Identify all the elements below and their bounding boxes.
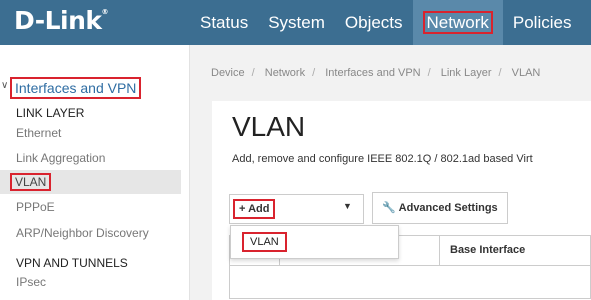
advanced-settings-label: Advanced Settings <box>398 202 498 214</box>
breadcrumb-device[interactable]: Device <box>211 67 245 79</box>
main-nav: Status System Objects Network Policies <box>190 0 581 45</box>
breadcrumb-link-layer[interactable]: Link Layer <box>441 67 492 79</box>
dropdown-item-vlan[interactable]: VLAN <box>242 232 287 252</box>
sidebar-item-ethernet[interactable]: Ethernet <box>0 121 181 145</box>
page-title: VLAN <box>232 111 306 142</box>
nav-system[interactable]: System <box>258 0 335 45</box>
breadcrumb-separator: / <box>427 67 431 79</box>
nav-status[interactable]: Status <box>190 0 258 45</box>
breadcrumb: Device / Network / Interfaces and VPN / Lin… <box>211 67 540 79</box>
sidebar-heading-vpn: VPN AND TUNNELS <box>16 256 128 270</box>
add-button[interactable]: + Add <box>233 199 276 219</box>
caret-down-icon[interactable]: ▼ <box>343 201 352 211</box>
logo-text: D-Link <box>14 6 102 35</box>
breadcrumb-vlan: VLAN <box>511 67 541 79</box>
sidebar-item-pppoe[interactable]: PPPoE <box>0 195 181 219</box>
breadcrumb-separator: / <box>312 67 316 79</box>
nav-objects[interactable]: Objects <box>335 0 413 45</box>
sidebar-item-arp[interactable]: ARP/Neighbor Discovery <box>0 221 181 245</box>
advanced-settings-button[interactable]: 🔧 Advanced Settings <box>372 192 508 224</box>
top-navigation-bar: D-Link® Status System Objects Network Po… <box>0 0 591 45</box>
add-dropdown-group[interactable]: + Add ▼ <box>229 194 364 224</box>
main-panel: VLAN Add, remove and configure IEEE 802.… <box>212 101 591 300</box>
add-dropdown-menu: VLAN <box>230 225 399 259</box>
breadcrumb-separator: / <box>251 67 255 79</box>
plus-icon: + <box>239 203 246 215</box>
nav-policies[interactable]: Policies <box>503 0 582 45</box>
sidebar-item-link-aggregation[interactable]: Link Aggregation <box>0 146 181 170</box>
breadcrumb-network[interactable]: Network <box>265 67 305 79</box>
sidebar-section-label: Interfaces and VPN <box>10 77 142 99</box>
registered-mark: ® <box>101 8 109 16</box>
page-description: Add, remove and configure IEEE 802.1Q / … <box>232 153 533 165</box>
column-divider <box>439 236 440 266</box>
breadcrumb-interfaces[interactable]: Interfaces and VPN <box>325 67 420 79</box>
sidebar-item-label: VLAN <box>10 173 52 191</box>
dlink-logo[interactable]: D-Link® <box>14 6 108 35</box>
add-button-label: Add <box>248 203 270 215</box>
sidebar-item-vlan[interactable]: VLAN <box>0 170 181 194</box>
sidebar: ∨ Interfaces and VPN LINK LAYER Ethernet… <box>0 45 190 300</box>
sidebar-heading-link-layer: LINK LAYER <box>16 106 85 120</box>
column-base-interface[interactable]: Base Interface <box>450 244 525 256</box>
wrench-icon: 🔧 <box>382 202 396 214</box>
nav-network[interactable]: Network <box>412 0 503 45</box>
sidebar-item-ipsec[interactable]: IPsec <box>0 270 181 294</box>
nav-network-label: Network <box>422 11 493 34</box>
breadcrumb-separator: / <box>498 67 502 79</box>
chevron-down-icon: ∨ <box>1 80 9 91</box>
